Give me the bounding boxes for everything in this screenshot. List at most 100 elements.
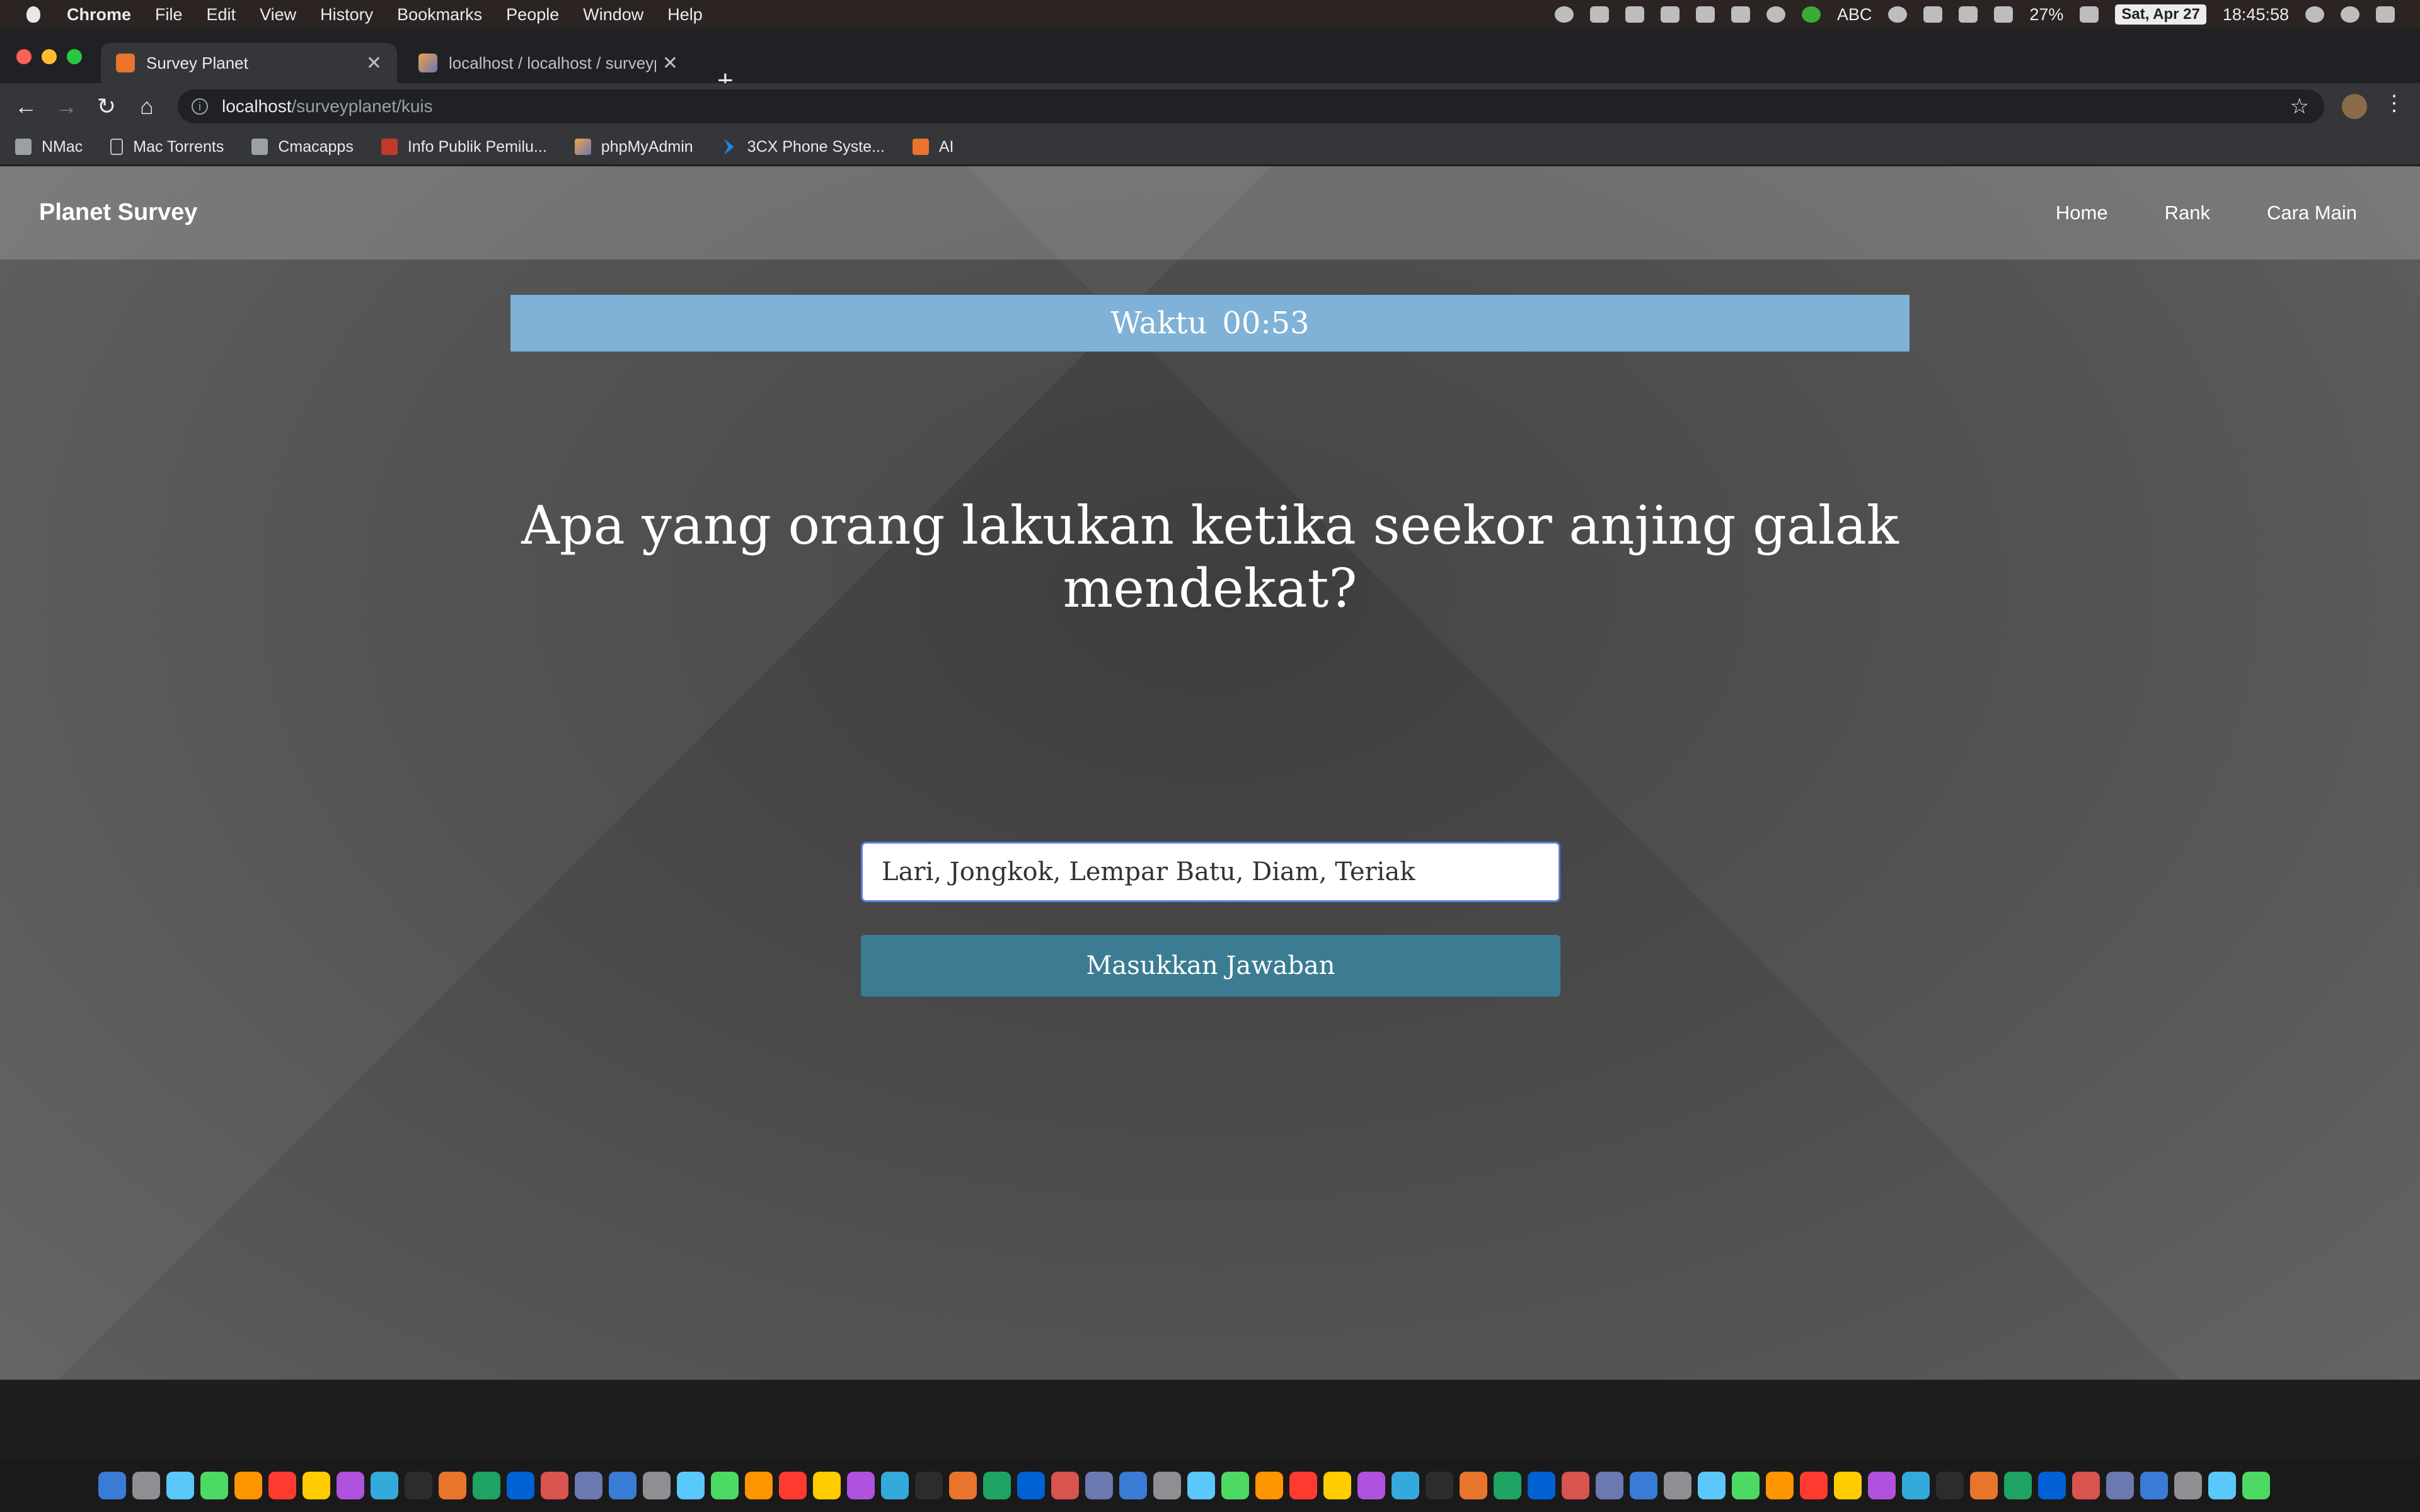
dock-app-icon[interactable] (711, 1472, 739, 1499)
date-display[interactable]: Sat, Apr 27 (2115, 4, 2206, 25)
site-info-icon[interactable]: i (192, 98, 208, 115)
dock-app-icon[interactable] (983, 1472, 1011, 1499)
notification-center-icon[interactable] (2376, 6, 2395, 23)
dock-app-icon[interactable] (1426, 1472, 1453, 1499)
spotlight-search-icon[interactable] (2305, 6, 2324, 23)
dock-app-icon[interactable] (1528, 1472, 1555, 1499)
dock-app-icon[interactable] (1289, 1472, 1317, 1499)
dock-app-icon[interactable] (677, 1472, 705, 1499)
profile-avatar[interactable] (2342, 94, 2367, 119)
dock-app-icon[interactable] (1494, 1472, 1521, 1499)
dock-app-icon[interactable] (745, 1472, 773, 1499)
nav-rank-link[interactable]: Rank (2165, 202, 2210, 224)
dock-app-icon[interactable] (1698, 1472, 1726, 1499)
window-minimize-button[interactable] (42, 49, 57, 64)
dock-app-icon[interactable] (1562, 1472, 1589, 1499)
dock-app-icon[interactable] (847, 1472, 875, 1499)
dock-app-icon[interactable] (779, 1472, 807, 1499)
menu-history[interactable]: History (320, 5, 373, 25)
dock-app-icon[interactable] (439, 1472, 466, 1499)
dock-app-icon[interactable] (609, 1472, 637, 1499)
back-arrow-icon[interactable]: ← (9, 89, 43, 123)
time-display[interactable]: 18:45:58 (2223, 5, 2289, 25)
menu-bookmarks[interactable]: Bookmarks (397, 5, 482, 25)
menu-file[interactable]: File (155, 5, 183, 25)
apple-menu-icon[interactable] (26, 6, 40, 23)
address-bar[interactable]: i localhost/surveyplanet/kuis ☆ (178, 89, 2324, 123)
dock-app-icon[interactable] (302, 1472, 330, 1499)
siri-icon[interactable] (2341, 6, 2360, 23)
dock-app-icon[interactable] (1800, 1472, 1828, 1499)
home-icon[interactable]: ⌂ (130, 89, 164, 123)
dock-app-icon[interactable] (1392, 1472, 1419, 1499)
dock-app-icon[interactable] (507, 1472, 534, 1499)
dock-app-icon[interactable] (1596, 1472, 1623, 1499)
menu-edit[interactable]: Edit (207, 5, 236, 25)
dock-app-icon[interactable] (915, 1472, 943, 1499)
dock-app-icon[interactable] (1970, 1472, 1998, 1499)
menu-app-name[interactable]: Chrome (67, 5, 131, 25)
dock-app-icon[interactable] (2072, 1472, 2100, 1499)
onedrive-icon[interactable] (1731, 6, 1750, 23)
dock-app-icon[interactable] (1630, 1472, 1657, 1499)
magnet-icon[interactable] (1589, 6, 1609, 23)
dock-app-icon[interactable] (1017, 1472, 1045, 1499)
dock-app-icon[interactable] (1323, 1472, 1351, 1499)
reload-icon[interactable]: ↻ (89, 89, 124, 123)
nav-home-link[interactable]: Home (2056, 202, 2108, 224)
dock-app-icon[interactable] (1119, 1472, 1147, 1499)
dock-app-icon[interactable] (949, 1472, 977, 1499)
dock-app-icon[interactable] (575, 1472, 602, 1499)
dock-app-icon[interactable] (2004, 1472, 2032, 1499)
window-zoom-button[interactable] (67, 49, 82, 64)
dock-app-icon[interactable] (132, 1472, 160, 1499)
bookmark-ai[interactable]: AI (912, 138, 954, 156)
site-brand[interactable]: Planet Survey (39, 199, 197, 226)
tab-close-icon[interactable]: ✕ (662, 52, 678, 74)
dock-app-icon[interactable] (234, 1472, 262, 1499)
dock-app-icon[interactable] (1732, 1472, 1760, 1499)
bookmark-cmacapps[interactable]: Cmacapps (251, 138, 354, 156)
dock-app-icon[interactable] (166, 1472, 194, 1499)
dock-app-icon[interactable] (268, 1472, 296, 1499)
dock-app-icon[interactable] (1153, 1472, 1181, 1499)
submit-answer-button[interactable]: Masukkan Jawaban (861, 935, 1560, 997)
battery-percentage[interactable]: 27% (2029, 5, 2063, 25)
dock-app-icon[interactable] (2208, 1472, 2236, 1499)
input-source-indicator[interactable]: ABC (1837, 5, 1872, 25)
sleep-icon[interactable] (1660, 6, 1680, 23)
dock-app-icon[interactable] (1664, 1472, 1691, 1499)
menu-help[interactable]: Help (667, 5, 703, 25)
volume-icon[interactable] (1994, 6, 2014, 23)
dock-app-icon[interactable] (200, 1472, 228, 1499)
dock-app-icon[interactable] (2140, 1472, 2168, 1499)
dock-app-icon[interactable] (541, 1472, 568, 1499)
location-icon[interactable] (1888, 6, 1908, 23)
creative-cloud-icon[interactable] (1554, 6, 1574, 23)
dock-app-icon[interactable] (1221, 1472, 1249, 1499)
dock-app-icon[interactable] (1868, 1472, 1896, 1499)
battery-icon[interactable] (2080, 6, 2099, 23)
bookmark-phpmyadmin[interactable]: phpMyAdmin (574, 138, 693, 156)
dock-app-icon[interactable] (473, 1472, 500, 1499)
dock-app-icon[interactable] (1902, 1472, 1930, 1499)
dock-app-icon[interactable] (1255, 1472, 1283, 1499)
dock-app-icon[interactable] (643, 1472, 671, 1499)
bookmark-nmac[interactable]: NMac (15, 138, 83, 156)
dock-app-icon[interactable] (2106, 1472, 2134, 1499)
line-app-icon[interactable] (1801, 6, 1821, 23)
dock-app-icon[interactable] (1766, 1472, 1794, 1499)
bluetooth-icon[interactable] (1923, 6, 1943, 23)
nav-cara-main-link[interactable]: Cara Main (2267, 202, 2357, 224)
tab-survey-planet[interactable]: Survey Planet ✕ (101, 43, 397, 83)
dock-app-icon[interactable] (813, 1472, 841, 1499)
menu-window[interactable]: Window (583, 5, 643, 25)
bookmark-info-publik-pemilu[interactable]: Info Publik Pemilu... (381, 138, 547, 156)
refresh-sync-icon[interactable] (1766, 6, 1785, 23)
dock-app-icon[interactable] (1834, 1472, 1862, 1499)
answer-input[interactable] (861, 842, 1560, 902)
bookmark-star-icon[interactable]: ☆ (2290, 94, 2309, 119)
dock-app-icon[interactable] (2242, 1472, 2270, 1499)
window-close-button[interactable] (16, 49, 32, 64)
dock-app-icon[interactable] (1357, 1472, 1385, 1499)
